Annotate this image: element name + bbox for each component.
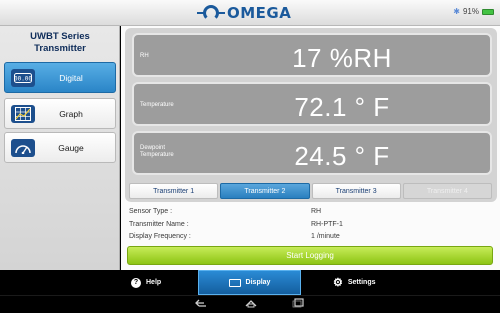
home-icon[interactable]	[244, 298, 258, 311]
info-label: Transmitter Name :	[129, 220, 189, 228]
reading-label: Temperature	[140, 102, 174, 108]
settings-button[interactable]: ⚙ Settings	[333, 270, 376, 295]
reading-label: Dewpoint Temperature	[140, 145, 200, 159]
tab-transmitter-2[interactable]: Transmitter 2	[220, 183, 310, 199]
help-label: Help	[146, 279, 162, 286]
digital-display-icon: 00.00	[11, 68, 35, 87]
reading-value: 72.1 ° F	[294, 92, 390, 122]
reading-temperature: Temperature 72.1 ° F	[132, 82, 492, 126]
sidebar-title-line1: UWBT Series	[30, 31, 90, 42]
display-label: Display	[245, 279, 271, 286]
tab-transmitter-3[interactable]: Transmitter 3	[311, 183, 401, 199]
sidebar-title-line2: Transmitter	[34, 43, 86, 54]
info-row-transmitter-name: Transmitter Name : RH-PTF-1	[129, 221, 492, 234]
reading-value: 17 %RH	[292, 43, 392, 73]
bluetooth-icon: ✱	[453, 7, 460, 16]
omega-logo: OMEGA	[197, 4, 291, 22]
info-row-sensor-type: Sensor Type : RH	[129, 208, 492, 221]
sidebar-item-digital[interactable]: 00.00 Digital	[4, 62, 116, 93]
info-value: 1 /minute	[311, 233, 340, 240]
start-logging-button[interactable]: Start Logging	[127, 246, 493, 265]
sidebar-title: UWBT Series Transmitter	[0, 31, 120, 55]
system-nav-bar	[0, 295, 500, 313]
battery-percent: 91%	[462, 7, 479, 16]
info-value: RH	[311, 208, 322, 215]
monitor-icon	[228, 278, 241, 287]
sidebar-item-label: Digital	[59, 72, 83, 83]
gauge-icon	[11, 138, 35, 157]
settings-label: Settings	[347, 279, 376, 286]
logo-text: OMEGA	[227, 4, 292, 22]
sidebar-item-label: Graph	[59, 108, 83, 119]
gear-icon: ⚙	[333, 277, 343, 289]
omega-symbol-icon	[197, 4, 225, 22]
status-icons: ✱ 91%	[453, 7, 494, 16]
tab-transmitter-1[interactable]: Transmitter 1	[129, 183, 219, 199]
sidebar-item-graph[interactable]: Graph	[4, 98, 116, 129]
display-button[interactable]: Display	[198, 270, 301, 295]
transmitter-info: Sensor Type : RH Transmitter Name : RH-P…	[129, 208, 492, 246]
graph-grid-icon	[11, 104, 35, 123]
help-button[interactable]: ? Help	[131, 270, 161, 295]
reading-label-line2: Temperature	[140, 152, 174, 158]
top-bar: OMEGA ✱ 91%	[0, 0, 500, 26]
reading-label-line1: Dewpoint	[140, 145, 166, 151]
reading-rh: RH 17 %RH	[132, 33, 492, 77]
back-icon[interactable]	[194, 298, 208, 311]
recent-apps-icon[interactable]	[292, 298, 306, 311]
transmitter-tabs: Transmitter 1 Transmitter 2 Transmitter …	[129, 183, 492, 199]
reading-dewpoint: Dewpoint Temperature 24.5 ° F	[132, 131, 492, 175]
info-row-display-frequency: Display Frequency : 1 /minute	[129, 233, 492, 246]
reading-value: 24.5 ° F	[294, 141, 390, 171]
sidebar-item-label: Gauge	[58, 142, 84, 153]
main-panel: RH 17 %RH Temperature 72.1 ° F Dewpoint …	[121, 26, 500, 270]
reading-label: RH	[140, 53, 149, 59]
readings-panel: RH 17 %RH Temperature 72.1 ° F Dewpoint …	[125, 28, 497, 202]
sidebar-item-gauge[interactable]: Gauge	[4, 132, 116, 163]
tab-transmitter-4: Transmitter 4	[402, 183, 492, 199]
sidebar: UWBT Series Transmitter 00.00 Digital Gr…	[0, 26, 120, 270]
svg-text:00.00: 00.00	[14, 75, 32, 82]
battery-icon	[482, 8, 494, 15]
info-value: RH-PTF-1	[311, 220, 343, 228]
action-bar: ? Help Display ⚙ Settings	[0, 270, 500, 295]
info-label: Sensor Type :	[129, 208, 173, 215]
info-label: Display Frequency :	[129, 233, 191, 240]
help-icon: ?	[131, 277, 141, 288]
